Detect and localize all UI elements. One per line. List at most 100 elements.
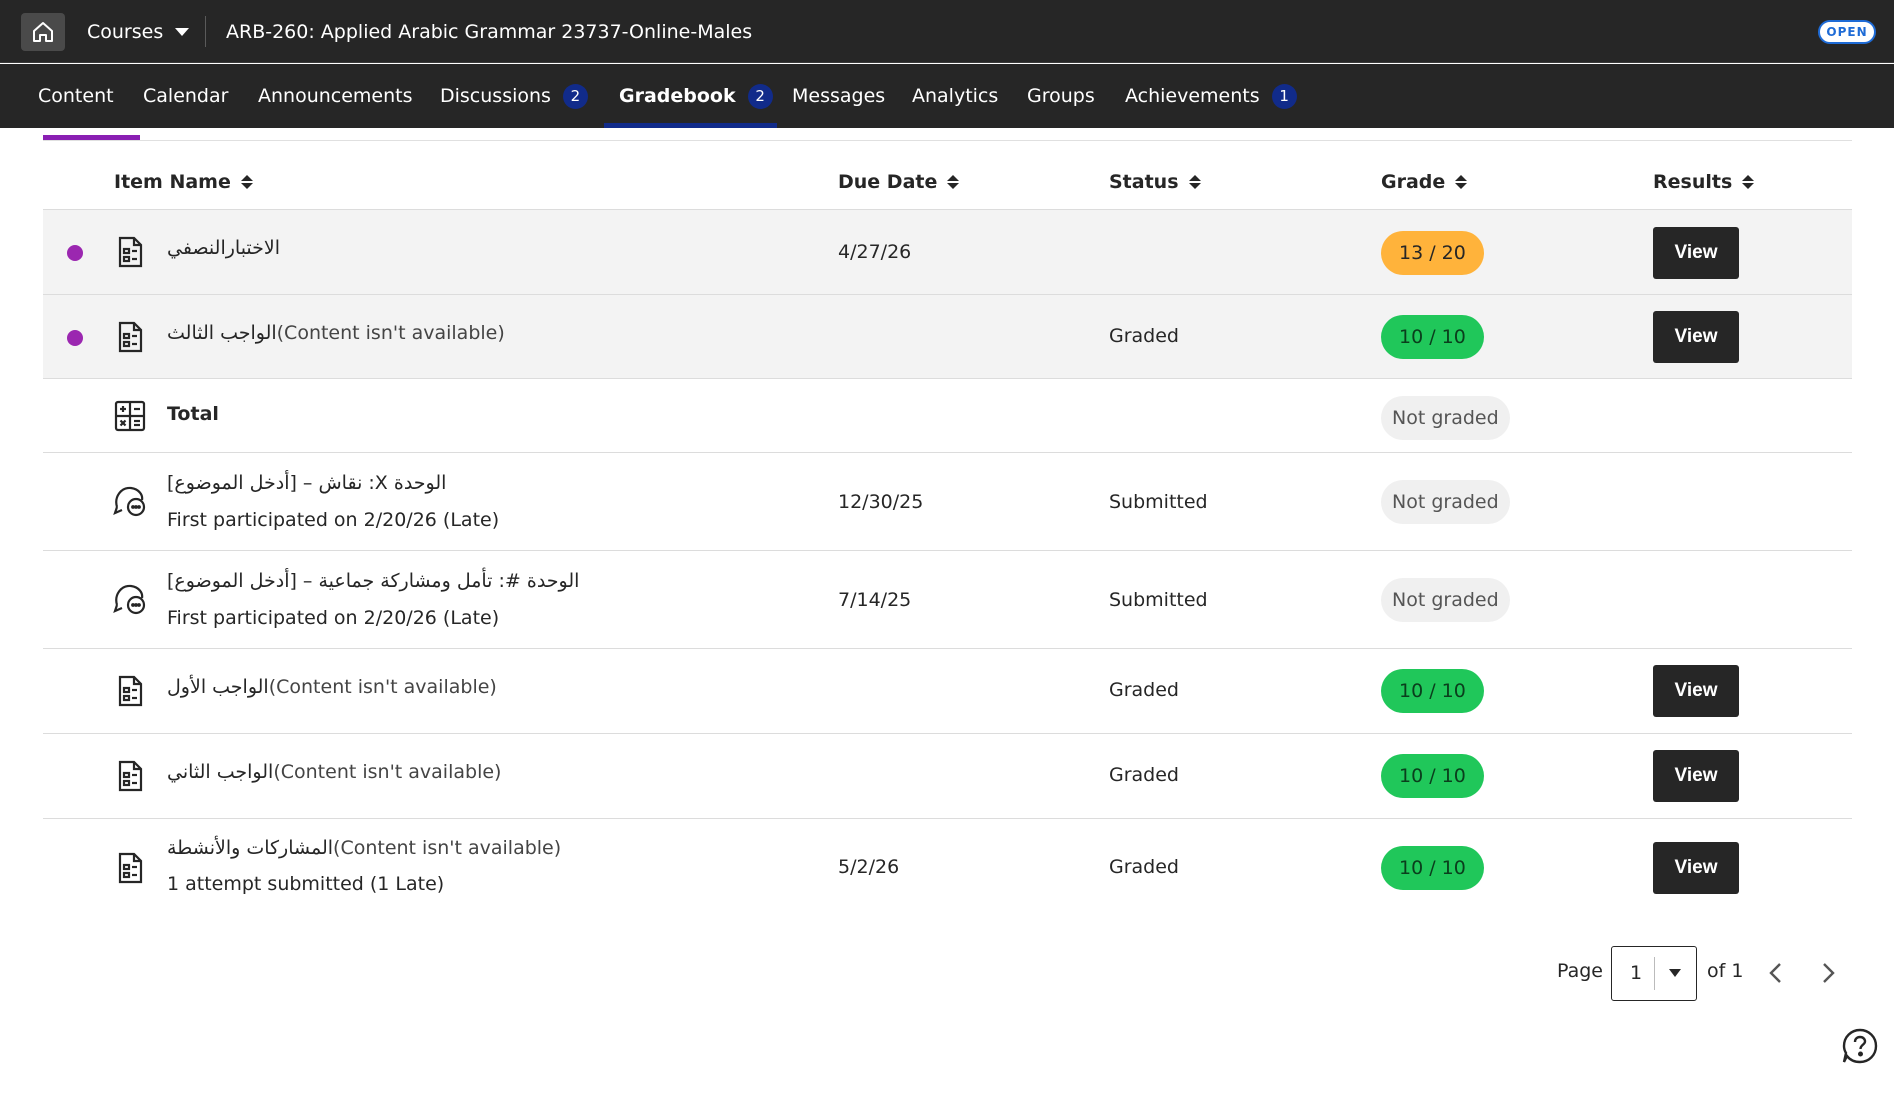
tab-label: Groups <box>1027 85 1095 107</box>
document-icon <box>118 321 143 353</box>
grade-pill: 13 / 20 <box>1381 231 1484 275</box>
item-name[interactable]: الاختبارالنصفي <box>167 237 280 259</box>
tab-calendar[interactable]: Calendar <box>143 64 228 128</box>
tab-discussions[interactable]: Discussions 2 <box>440 64 588 128</box>
table-row[interactable]: نقاش – [أدخل الموضوع] :X الوحدة First pa… <box>43 452 1852 550</box>
grade-pill: Not graded <box>1381 578 1510 622</box>
grade-pill: 10 / 10 <box>1381 669 1484 713</box>
status-text: Graded <box>1109 764 1179 786</box>
table-row[interactable]: الواجب الثالث(Content isn't available) G… <box>43 294 1852 378</box>
tab-gradebook[interactable]: Gradebook 2 <box>619 64 773 128</box>
divider <box>205 16 206 47</box>
column-header-grade[interactable]: Grade <box>1381 155 1468 209</box>
table-row: Total Not graded <box>43 378 1852 452</box>
gradebook-table-header: Item Name Due Date Status Grade Results <box>43 155 1852 209</box>
item-title: الواجب الثاني <box>167 761 274 783</box>
table-row[interactable]: الواجب الثاني(Content isn't available) G… <box>43 733 1852 818</box>
home-button[interactable] <box>21 13 65 51</box>
grade-pill: Not graded <box>1381 396 1510 440</box>
column-label: Status <box>1109 171 1179 193</box>
open-status-badge: OPEN <box>1818 20 1876 44</box>
due-date: 4/27/26 <box>838 241 912 263</box>
table-row[interactable]: الواجب الأول(Content isn't available) Gr… <box>43 648 1852 733</box>
document-icon <box>118 675 143 707</box>
status-text: Graded <box>1109 856 1179 878</box>
tab-label: Analytics <box>912 85 999 107</box>
item-title: الوحدة #: تأمل ومشاركة جماعية – [أدخل ال… <box>167 570 580 592</box>
item-name[interactable]: الوحدة #: تأمل ومشاركة جماعية – [أدخل ال… <box>167 570 579 592</box>
top-bar: Courses ARB-260: Applied Arabic Grammar … <box>0 0 1894 63</box>
unread-dot <box>67 330 83 346</box>
column-label: Due Date <box>838 171 938 193</box>
help-icon <box>1842 1028 1878 1064</box>
next-page-button[interactable] <box>1813 958 1843 988</box>
item-title: الواجب الثالث <box>167 322 277 344</box>
status-text: Graded <box>1109 679 1179 701</box>
tab-analytics[interactable]: Analytics <box>912 64 998 128</box>
participation-note: First participated on 2/20/26 (Late) <box>167 607 500 629</box>
page-select-value: 1 <box>1630 962 1643 984</box>
previous-page-button[interactable] <box>1761 958 1791 988</box>
due-date: 7/14/25 <box>838 589 912 611</box>
unavailable-note: (Content isn't available) <box>333 837 562 859</box>
grade-pill: 10 / 10 <box>1381 754 1484 798</box>
column-header-results[interactable]: Results <box>1653 155 1755 209</box>
status-text: Submitted <box>1109 491 1208 513</box>
chevron-left-icon <box>1769 963 1781 983</box>
divider <box>43 140 1852 141</box>
tab-label: Announcements <box>258 85 413 107</box>
chevron-down-icon <box>175 27 190 36</box>
view-results-button[interactable]: View <box>1653 227 1739 279</box>
unavailable-note: (Content isn't available) <box>268 676 497 698</box>
help-button[interactable] <box>1841 1027 1879 1065</box>
unavailable-note: (Content isn't available) <box>276 322 505 344</box>
item-title: Total <box>167 403 219 425</box>
column-header-item-name[interactable]: Item Name <box>114 155 253 209</box>
calculator-icon <box>114 400 146 432</box>
due-date: 5/2/26 <box>838 856 900 878</box>
notification-badge: 2 <box>747 83 773 109</box>
view-results-button[interactable]: View <box>1653 311 1739 363</box>
courses-menu[interactable]: Courses <box>87 0 190 63</box>
grade-pill: 10 / 10 <box>1381 846 1484 890</box>
discussion-icon <box>113 486 146 517</box>
tab-messages[interactable]: Messages <box>792 64 885 128</box>
sort-icon <box>947 175 960 189</box>
view-results-button[interactable]: View <box>1653 665 1739 717</box>
unread-dot <box>67 245 83 261</box>
tab-announcements[interactable]: Announcements <box>258 64 413 128</box>
sort-icon <box>240 175 253 189</box>
unavailable-note: (Content isn't available) <box>273 761 502 783</box>
table-row[interactable]: الوحدة #: تأمل ومشاركة جماعية – [أدخل ال… <box>43 550 1852 648</box>
column-header-status[interactable]: Status <box>1109 155 1201 209</box>
table-row[interactable]: الاختبارالنصفي 4/27/26 13 / 20 View <box>43 209 1852 294</box>
tab-content[interactable]: Content <box>38 64 114 128</box>
tab-label: Content <box>38 85 114 107</box>
column-label: Results <box>1653 171 1733 193</box>
chevron-right-icon <box>1823 963 1835 983</box>
item-name[interactable]: الواجب الثالث(Content isn't available) <box>167 322 505 344</box>
document-icon <box>118 236 143 268</box>
item-name[interactable]: الواجب الأول(Content isn't available) <box>167 676 497 698</box>
page-select[interactable]: 1 <box>1611 946 1697 1001</box>
sort-icon <box>1188 175 1201 189</box>
tab-achievements[interactable]: Achievements 1 <box>1125 64 1297 128</box>
due-date: 12/30/25 <box>838 491 924 513</box>
grade-pill: Not graded <box>1381 480 1510 524</box>
home-icon <box>33 22 53 42</box>
item-name[interactable]: نقاش – [أدخل الموضوع] :X الوحدة <box>167 472 446 494</box>
table-row[interactable]: المشاركات والأنشطة(Content isn't availab… <box>43 818 1852 916</box>
view-results-button[interactable]: View <box>1653 750 1739 802</box>
item-name[interactable]: الواجب الثاني(Content isn't available) <box>167 761 501 783</box>
notification-badge: 1 <box>1271 83 1297 109</box>
page-label: Page <box>1557 960 1603 982</box>
column-header-due-date[interactable]: Due Date <box>838 155 960 209</box>
column-label: Item Name <box>114 171 231 193</box>
view-results-button[interactable]: View <box>1653 842 1739 894</box>
item-name[interactable]: المشاركات والأنشطة(Content isn't availab… <box>167 837 561 859</box>
item-title: الاختبارالنصفي <box>167 237 281 259</box>
divider <box>1654 957 1655 990</box>
tab-groups[interactable]: Groups <box>1027 64 1095 128</box>
document-icon <box>118 852 143 884</box>
course-nav: Content Calendar Announcements Discussio… <box>0 64 1894 128</box>
